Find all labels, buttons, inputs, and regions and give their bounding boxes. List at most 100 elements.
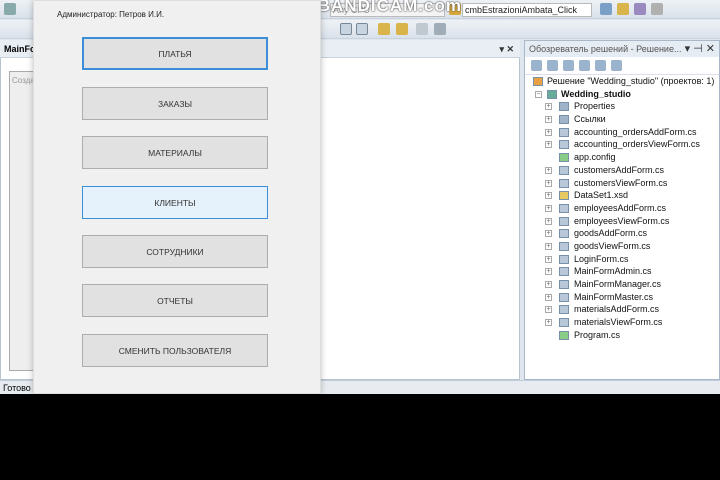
solution-explorer-toolbar <box>525 57 719 75</box>
project-icon <box>547 89 557 99</box>
file-icon <box>559 229 569 239</box>
tree-item[interactable]: app.config <box>525 151 719 164</box>
tree-item-label: customersAddForm.cs <box>574 164 665 175</box>
tree-item[interactable]: + employeesAddForm.cs <box>525 202 719 215</box>
tree-item[interactable]: + Properties <box>525 100 719 113</box>
tree-item[interactable]: + customersViewForm.cs <box>525 177 719 190</box>
toolbox-icon[interactable] <box>634 3 646 15</box>
file-icon <box>559 203 569 213</box>
expand-icon[interactable]: + <box>545 192 552 200</box>
tab-mainform[interactable]: MainFo <box>4 44 36 54</box>
spacing-icon[interactable] <box>434 23 446 35</box>
bring-front-icon[interactable] <box>378 23 390 35</box>
orders-button[interactable]: ЗАКАЗЫ <box>82 87 268 120</box>
employees-button[interactable]: СОТРУДНИКИ <box>82 235 268 268</box>
file-icon <box>559 191 569 201</box>
tree-item-label: MainFormManager.cs <box>574 279 662 289</box>
tree-item-label: employeesViewForm.cs <box>574 215 670 226</box>
expand-icon[interactable]: + <box>545 255 552 263</box>
file-icon <box>559 318 569 328</box>
collapse-icon[interactable]: − <box>535 90 542 98</box>
tree-item[interactable]: + Ссылки <box>525 113 719 126</box>
tree-item[interactable]: + MainFormAdmin.cs <box>525 265 719 278</box>
tree-item[interactable]: + DataSet1.xsd <box>525 189 719 202</box>
solution-explorer-title: Обозреватель решений - Решение... <box>529 44 682 54</box>
expand-icon[interactable]: + <box>545 217 552 225</box>
tree-item[interactable]: + materialsViewForm.cs <box>525 316 719 329</box>
materials-button[interactable]: МАТЕРИАЛЫ <box>82 136 268 169</box>
expand-icon[interactable]: + <box>545 306 552 314</box>
tree-item-label: accounting_ordersAddForm.cs <box>574 126 697 137</box>
file-icon <box>559 216 569 226</box>
expand-icon[interactable]: + <box>545 204 552 212</box>
expand-icon[interactable]: + <box>545 179 552 187</box>
refresh-icon[interactable] <box>563 60 574 71</box>
align-icon[interactable] <box>340 23 352 35</box>
expand-icon[interactable]: + <box>545 319 552 327</box>
expand-icon[interactable]: + <box>545 281 552 288</box>
send-back-icon[interactable] <box>396 23 408 35</box>
expand-icon[interactable]: + <box>545 128 552 136</box>
project-node[interactable]: − Wedding_studio <box>525 88 719 101</box>
file-icon <box>559 292 569 302</box>
file-icon <box>559 241 569 251</box>
properties-icon[interactable] <box>531 60 542 71</box>
tree-item-label: LoginForm.cs <box>574 253 629 264</box>
change-user-button[interactable]: СМЕНИТЬ ПОЛЬЗОВАТЕЛЯ <box>82 334 268 367</box>
tree-item-label: app.config <box>574 152 616 163</box>
show-all-icon[interactable] <box>547 60 558 71</box>
dresses-button[interactable]: ПЛАТЬЯ <box>82 37 268 70</box>
find-icon[interactable] <box>600 3 612 15</box>
solution-explorer-header: Обозреватель решений - Решение... ▾ ⊣ ✕ <box>525 41 719 57</box>
file-icon <box>559 267 569 277</box>
method-combo[interactable]: cmbEstrazioniAmbata_Click <box>462 3 592 17</box>
tools-icon[interactable] <box>651 3 663 15</box>
reports-button[interactable]: ОТЧЕТЫ <box>82 284 268 317</box>
align-icon[interactable] <box>356 23 368 35</box>
new-project-icon[interactable] <box>4 3 16 15</box>
tree-item[interactable]: Program.cs <box>525 329 719 342</box>
tree-item[interactable]: + MainFormMaster.cs <box>525 291 719 304</box>
expand-icon[interactable]: + <box>545 268 552 276</box>
tree-item[interactable]: + accounting_ordersViewForm.cs <box>525 138 719 151</box>
tree-item-label: materialsAddForm.cs <box>574 304 660 315</box>
tree-item-label: customersViewForm.cs <box>574 177 668 188</box>
tree-item-label: DataSet1.xsd <box>574 190 629 201</box>
tree-item[interactable]: + accounting_ordersAddForm.cs <box>525 126 719 139</box>
view-code-icon[interactable] <box>579 60 590 71</box>
solution-icon <box>533 77 543 86</box>
tree-item-label: Ссылки <box>574 114 606 125</box>
expand-icon[interactable]: + <box>545 141 552 149</box>
tree-item[interactable]: + LoginForm.cs <box>525 253 719 266</box>
tree-item[interactable]: + customersAddForm.cs <box>525 164 719 177</box>
tree-item[interactable]: + goodsViewForm.cs <box>525 240 719 253</box>
tree-item-label: Properties <box>574 101 616 112</box>
file-icon <box>559 127 569 137</box>
tree-item[interactable]: + MainFormManager.cs <box>525 278 719 291</box>
expand-icon[interactable]: + <box>545 242 552 250</box>
tree-item[interactable]: + materialsAddForm.cs <box>525 303 719 316</box>
tab-order-icon[interactable] <box>416 23 428 35</box>
tree-item[interactable]: + goodsAddForm.cs <box>525 227 719 240</box>
expand-icon[interactable]: + <box>545 103 552 111</box>
file-icon <box>559 153 569 163</box>
tab-close-button[interactable]: ▾ ✕ <box>499 44 514 55</box>
tree-item-label: Program.cs <box>574 329 621 340</box>
tree-item[interactable]: + employeesViewForm.cs <box>525 215 719 228</box>
class-diagram-icon[interactable] <box>611 60 622 71</box>
file-icon <box>559 165 569 175</box>
expand-icon[interactable]: + <box>545 230 552 238</box>
view-designer-icon[interactable] <box>595 60 606 71</box>
panel-controls[interactable]: ▾ ⊣ ✕ <box>685 42 715 55</box>
properties-icon[interactable] <box>617 3 629 15</box>
file-icon <box>559 102 569 112</box>
clients-button[interactable]: КЛИЕНТЫ <box>82 186 268 219</box>
file-icon <box>559 115 569 125</box>
expand-icon[interactable]: + <box>545 293 552 301</box>
file-icon <box>559 280 569 289</box>
solution-tree: Решение "Wedding_studio" (проектов: 1) −… <box>525 75 719 341</box>
solution-node[interactable]: Решение "Wedding_studio" (проектов: 1) <box>525 75 719 88</box>
file-icon <box>559 305 569 315</box>
expand-icon[interactable]: + <box>545 116 552 124</box>
expand-icon[interactable]: + <box>545 166 552 174</box>
